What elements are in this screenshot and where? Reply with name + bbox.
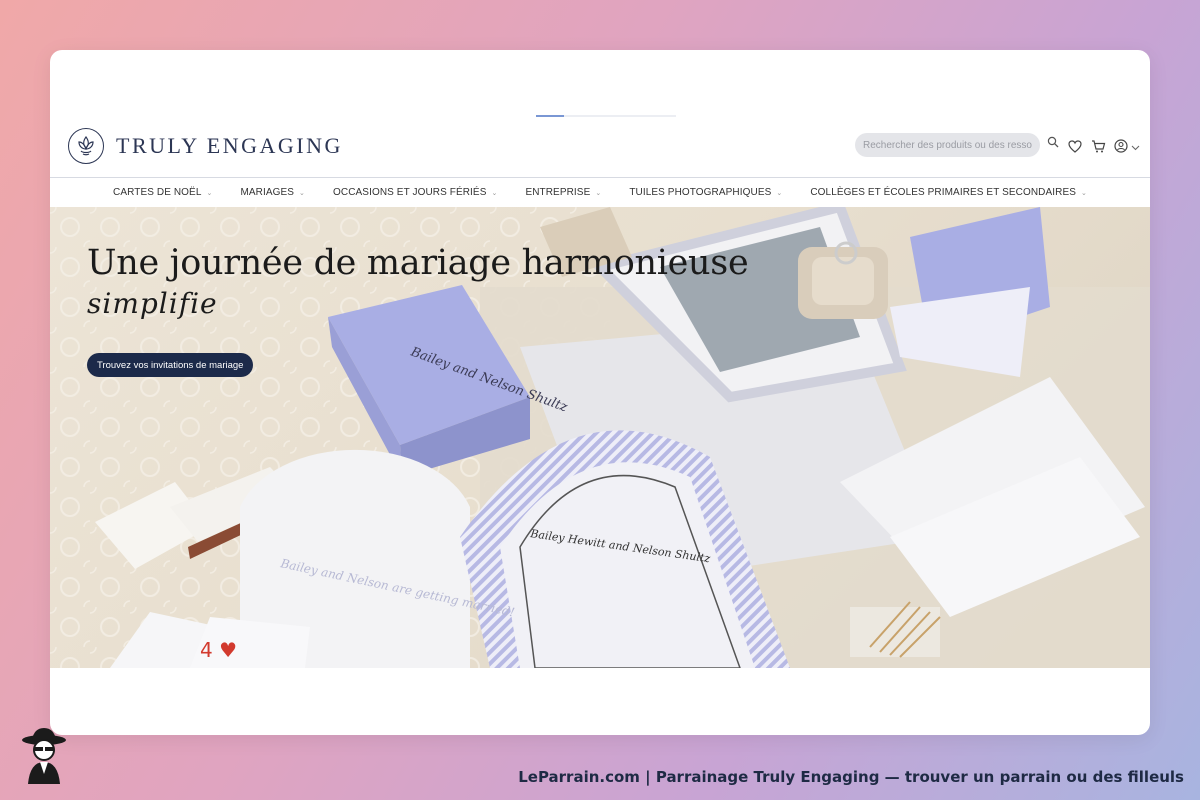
chevron-down-icon: ⌄ <box>1081 189 1087 197</box>
nav-item-label: ENTREPRISE <box>525 187 591 198</box>
hero-banner: 4 ♥ Bailey and Nelson Shultz Bailey Hewi… <box>50 207 1150 668</box>
chevron-down-icon: ⌄ <box>776 189 783 197</box>
user-icon[interactable] <box>1113 138 1129 154</box>
nav-item-colleges-ecoles[interactable]: COLLÈGES ET ÉCOLES PRIMAIRES ET SECONDAI… <box>796 187 1101 198</box>
footer-caption-bar: LeParrain.com | Parrainage Truly Engagin… <box>0 760 1200 800</box>
nav-item-mariages[interactable]: MARIAGES ⌄ <box>226 187 319 198</box>
find-invitations-button[interactable]: Trouvez vos invitations de mariage <box>87 353 254 377</box>
invite-names-text: Bailey Hewitt and Nelson Shultz <box>529 527 712 565</box>
search-input[interactable] <box>855 133 1040 157</box>
nav-item-label: TUILES PHOTOGRAPHIQUES <box>629 187 772 198</box>
brand-logo[interactable]: TRULY ENGAGING <box>68 125 343 167</box>
nav-item-tuiles-photographiques[interactable]: TUILES PHOTOGRAPHIQUES ⌄ <box>615 187 796 198</box>
nav-item-label: COLLÈGES ET ÉCOLES PRIMAIRES ET SECONDAI… <box>810 187 1076 198</box>
hero-subtitle: simplifie <box>87 287 218 320</box>
lotus-logo-icon <box>68 128 104 164</box>
site-header: TRULY ENGAGING <box>50 125 1150 175</box>
brand-name: TRULY ENGAGING <box>116 133 343 158</box>
nav-item-label: MARIAGES <box>240 187 295 198</box>
hero-title: Une journée de mariage harmonieuse <box>87 243 749 283</box>
chevron-down-icon: ⌄ <box>299 189 306 197</box>
search-icon[interactable] <box>1045 134 1061 150</box>
chevron-down-icon: ⌄ <box>206 189 213 197</box>
browser-page: TRULY ENGAGING CARTES DE NOËL ⌄ MARIAGES… <box>50 50 1150 735</box>
chevron-down-icon: ⌄ <box>491 189 498 197</box>
box-names-text: Bailey and Nelson Shultz <box>408 344 570 415</box>
round-card-text: Bailey and Nelson are getting married! <box>278 556 516 620</box>
footer-caption: LeParrain.com | Parrainage Truly Engagin… <box>518 768 1184 786</box>
nav-item-label: OCCASIONS ET JOURS FÉRIÉS <box>333 187 487 198</box>
main-navigation: CARTES DE NOËL ⌄ MARIAGES ⌄ OCCASIONS ET… <box>50 177 1150 207</box>
chevron-down-icon: ⌄ <box>595 189 602 197</box>
nav-item-cartes-de-noel[interactable]: CARTES DE NOËL ⌄ <box>99 187 226 198</box>
loading-progress-bar <box>536 115 676 117</box>
chevron-down-icon[interactable] <box>1130 140 1140 156</box>
nav-item-entreprise[interactable]: ENTREPRISE ⌄ <box>511 187 615 198</box>
heart-icon[interactable] <box>1067 138 1083 154</box>
nav-item-occasions[interactable]: OCCASIONS ET JOURS FÉRIÉS ⌄ <box>319 187 511 198</box>
cart-icon[interactable] <box>1090 138 1106 154</box>
loading-progress-fill <box>536 115 564 117</box>
nav-item-label: CARTES DE NOËL <box>113 187 202 198</box>
